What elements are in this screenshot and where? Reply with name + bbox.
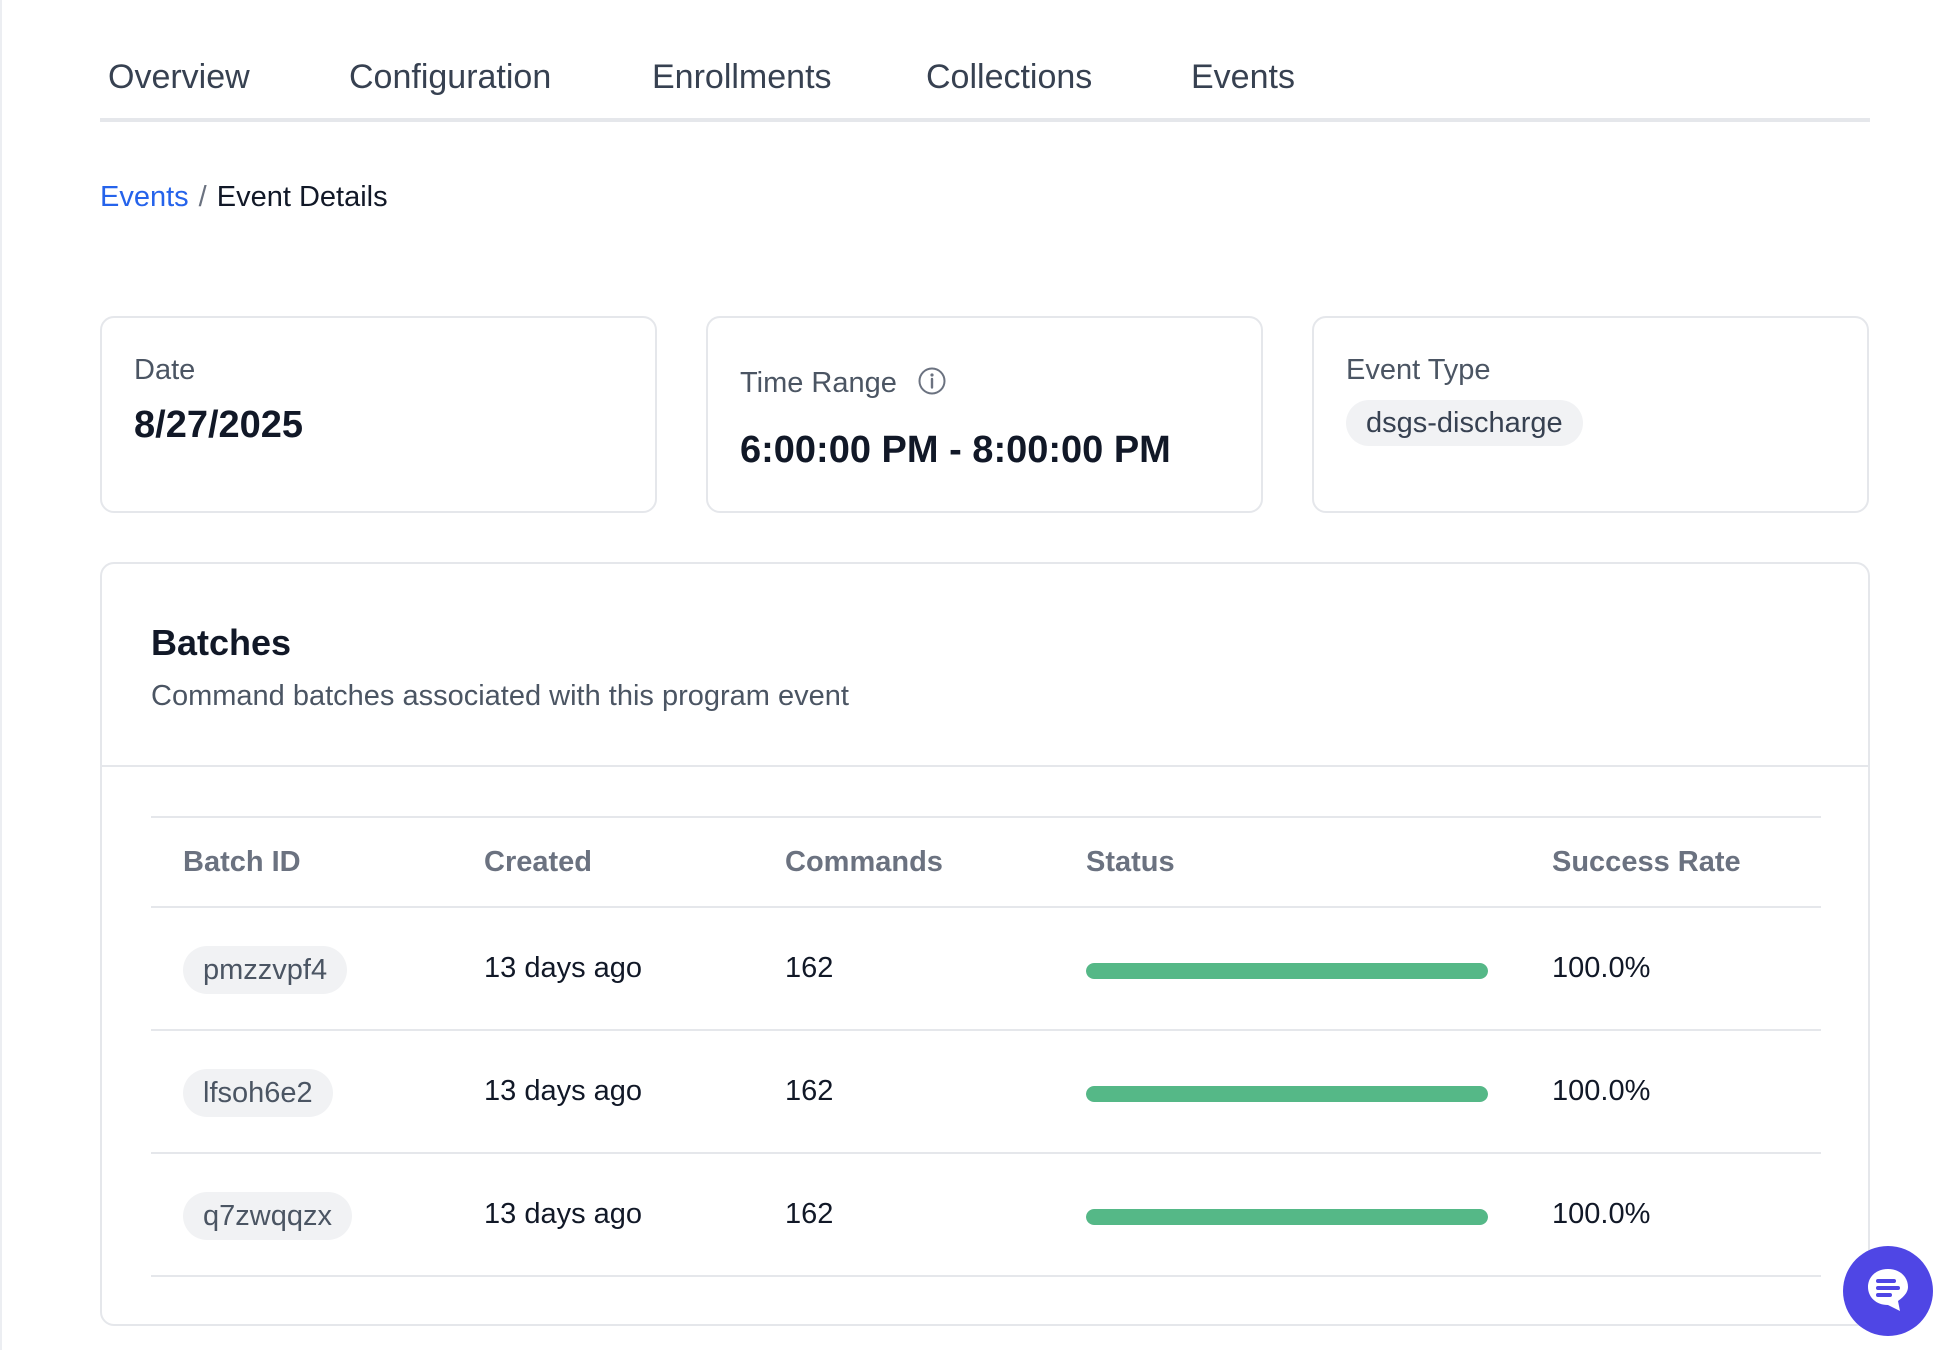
success-rate-cell: 100.0% — [1552, 1198, 1651, 1230]
tab-collections[interactable]: Collections — [926, 58, 1092, 97]
column-header-batch-id[interactable]: Batch ID — [183, 846, 301, 879]
date-value: 8/27/2025 — [134, 404, 304, 446]
status-progress-fill — [1086, 963, 1488, 979]
status-progress-fill — [1086, 1086, 1488, 1102]
tab-configuration[interactable]: Configuration — [349, 58, 551, 97]
table-header: Batch ID Created Commands Status Success… — [151, 816, 1821, 908]
tab-events[interactable]: Events — [1191, 58, 1295, 97]
status-progress-bar — [1086, 1086, 1488, 1102]
table-row[interactable]: lfsoh6e2 13 days ago 162 100.0% — [151, 1031, 1821, 1154]
time-range-label-row: Time Range — [740, 366, 947, 404]
status-progress-bar — [1086, 963, 1488, 979]
time-range-value: 6:00:00 PM - 8:00:00 PM — [740, 429, 1171, 471]
table-row[interactable]: q7zwqqzx 13 days ago 162 100.0% — [151, 1154, 1821, 1277]
column-header-created[interactable]: Created — [484, 846, 592, 879]
created-cell: 13 days ago — [484, 1198, 643, 1230]
left-edge-divider — [0, 0, 2, 1350]
info-icon[interactable] — [917, 366, 947, 404]
batches-header: Batches Command batches associated with … — [102, 564, 1868, 767]
breadcrumb: Events / Event Details — [100, 181, 388, 214]
date-label: Date — [134, 354, 196, 386]
time-range-card: Time Range 6:00:00 PM - 8:00:00 PM — [706, 316, 1263, 513]
tab-enrollments[interactable]: Enrollments — [652, 58, 832, 97]
created-cell: 13 days ago — [484, 1075, 643, 1107]
batch-id-badge[interactable]: lfsoh6e2 — [183, 1069, 333, 1117]
batch-id-badge[interactable]: q7zwqqzx — [183, 1192, 352, 1240]
column-header-success-rate[interactable]: Success Rate — [1552, 846, 1741, 879]
batches-table: Batch ID Created Commands Status Success… — [151, 816, 1821, 1277]
table-row[interactable]: pmzzvpf4 13 days ago 162 100.0% — [151, 908, 1821, 1031]
commands-cell: 162 — [785, 1075, 834, 1107]
column-header-status[interactable]: Status — [1086, 846, 1175, 879]
event-type-badge: dsgs-discharge — [1346, 400, 1583, 446]
tab-overview[interactable]: Overview — [108, 58, 250, 97]
tab-bar: Overview Configuration Enrollments Colle… — [100, 0, 1870, 122]
batches-panel: Batches Command batches associated with … — [100, 562, 1870, 1326]
commands-cell: 162 — [785, 952, 834, 984]
chat-button[interactable] — [1843, 1246, 1933, 1336]
batch-id-badge[interactable]: pmzzvpf4 — [183, 946, 348, 994]
status-progress-bar — [1086, 1209, 1488, 1225]
event-type-card: Event Type dsgs-discharge — [1312, 316, 1869, 513]
date-card: Date 8/27/2025 — [100, 316, 657, 513]
breadcrumb-current: Event Details — [216, 181, 388, 213]
status-progress-fill — [1086, 1209, 1488, 1225]
success-rate-cell: 100.0% — [1552, 1075, 1651, 1107]
batches-title: Batches — [151, 622, 292, 663]
column-header-commands[interactable]: Commands — [785, 846, 943, 879]
created-cell: 13 days ago — [484, 952, 643, 984]
commands-cell: 162 — [785, 1198, 834, 1230]
chat-icon — [1862, 1263, 1914, 1320]
batches-subtitle: Command batches associated with this pro… — [151, 680, 849, 712]
breadcrumb-events-link[interactable]: Events — [100, 181, 189, 213]
breadcrumb-separator: / — [198, 181, 207, 213]
event-type-label: Event Type — [1346, 354, 1491, 386]
time-range-label: Time Range — [740, 367, 897, 399]
success-rate-cell: 100.0% — [1552, 952, 1651, 984]
